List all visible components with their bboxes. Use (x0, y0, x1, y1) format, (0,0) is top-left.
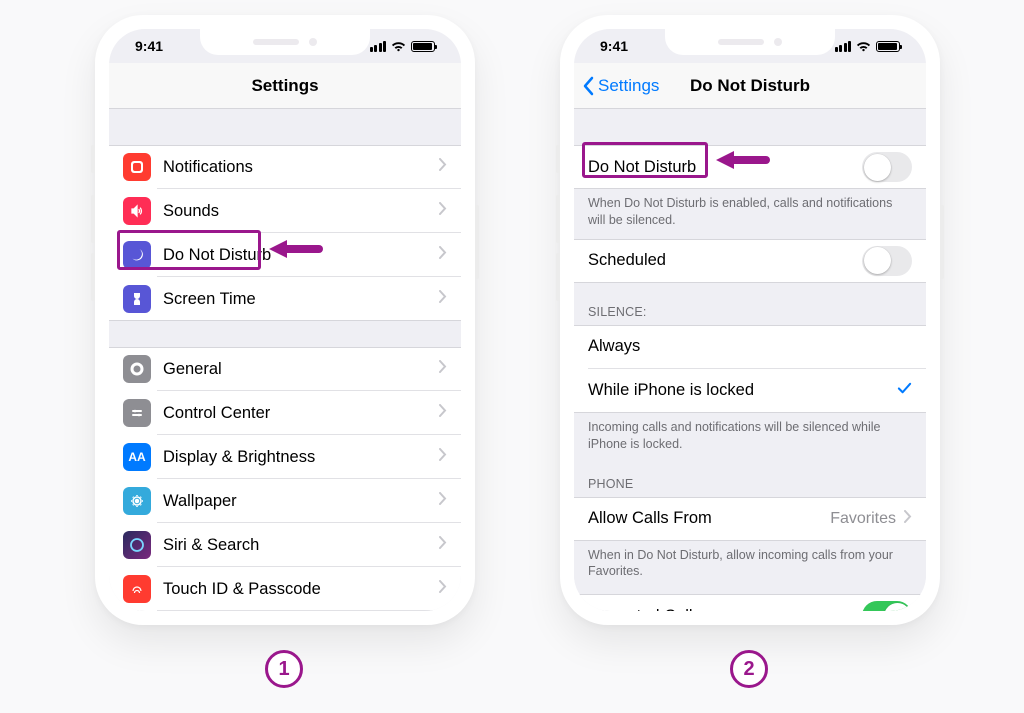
checkmark-icon (897, 381, 912, 401)
navbar-dnd: Settings Do Not Disturb (574, 63, 926, 109)
cell-signal-icon (370, 41, 387, 52)
row-do-not-disturb[interactable]: Do Not Disturb (109, 233, 461, 277)
chevron-right-icon (904, 510, 912, 528)
siri-icon (123, 531, 151, 559)
settings-list[interactable]: Notifications Sounds Do Not Disturb (109, 109, 461, 611)
row-allow-calls-from[interactable]: Allow Calls From Favorites (574, 497, 926, 541)
status-icons (370, 41, 436, 52)
row-label: While iPhone is locked (588, 381, 897, 400)
chevron-right-icon (439, 202, 447, 220)
row-label: Repeated Calls (588, 607, 862, 611)
phone-frame-1: 9:41 Settings Notifications (95, 15, 475, 625)
dnd-settings[interactable]: Do Not Disturb When Do Not Disturb is en… (574, 109, 926, 611)
dnd-icon (123, 241, 151, 269)
wallpaper-icon (123, 487, 151, 515)
wifi-icon (856, 41, 871, 52)
row-label: Sounds (163, 202, 439, 221)
status-bar: 9:41 (109, 29, 461, 63)
page-title: Settings (251, 76, 318, 96)
toggle-scheduled[interactable] (862, 246, 912, 276)
row-label: Do Not Disturb (588, 158, 862, 177)
row-label: Always (588, 337, 912, 356)
row-scheduled[interactable]: Scheduled (574, 239, 926, 283)
battery-icon (876, 41, 900, 52)
phone-screen-2: 9:41 Settings Do Not Disturb Do Not Dist… (574, 29, 926, 611)
row-sounds[interactable]: Sounds (109, 189, 461, 233)
row-label: Control Center (163, 404, 439, 423)
row-siri-search[interactable]: Siri & Search (109, 523, 461, 567)
status-time: 9:41 (135, 38, 163, 54)
row-label: Siri & Search (163, 536, 439, 555)
section-phone-header: PHONE (574, 463, 926, 497)
back-label: Settings (598, 76, 659, 96)
row-label: Allow Calls From (588, 509, 830, 528)
chevron-right-icon (439, 158, 447, 176)
wifi-icon (391, 41, 406, 52)
row-silence-always[interactable]: Always (574, 325, 926, 369)
row-touch-id[interactable]: Touch ID & Passcode (109, 567, 461, 611)
navbar-settings: Settings (109, 63, 461, 109)
row-wallpaper[interactable]: Wallpaper (109, 479, 461, 523)
step-badge-2: 2 (730, 650, 768, 688)
chevron-right-icon (439, 536, 447, 554)
row-label: General (163, 360, 439, 379)
row-notifications[interactable]: Notifications (109, 145, 461, 189)
silence-footer: Incoming calls and notifications will be… (574, 413, 926, 463)
row-label: Touch ID & Passcode (163, 580, 439, 599)
row-general[interactable]: General (109, 347, 461, 391)
notch (665, 29, 835, 55)
chevron-right-icon (439, 448, 447, 466)
row-screen-time[interactable]: Screen Time (109, 277, 461, 321)
status-icons (835, 41, 901, 52)
chevron-right-icon (439, 290, 447, 308)
row-label: Screen Time (163, 290, 439, 309)
row-label: Wallpaper (163, 492, 439, 511)
row-label: Scheduled (588, 251, 862, 270)
row-display-brightness[interactable]: AA Display & Brightness (109, 435, 461, 479)
cell-signal-icon (835, 41, 852, 52)
row-value: Favorites (830, 510, 896, 528)
step-badge-1: 1 (265, 650, 303, 688)
chevron-right-icon (439, 404, 447, 422)
notch (200, 29, 370, 55)
phone-frame-2: 9:41 Settings Do Not Disturb Do Not Dist… (560, 15, 940, 625)
display-icon: AA (123, 443, 151, 471)
chevron-right-icon (439, 492, 447, 510)
page-title: Do Not Disturb (690, 76, 810, 96)
status-time: 9:41 (600, 38, 628, 54)
chevron-right-icon (439, 360, 447, 378)
dnd-footer: When Do Not Disturb is enabled, calls an… (574, 189, 926, 239)
row-label: Do Not Disturb (163, 246, 439, 265)
toggle-dnd[interactable] (862, 152, 912, 182)
toggle-repeated-calls[interactable] (862, 601, 912, 611)
status-bar: 9:41 (574, 29, 926, 63)
phone-screen-1: 9:41 Settings Notifications (109, 29, 461, 611)
allow-calls-footer: When in Do Not Disturb, allow incoming c… (574, 541, 926, 591)
row-label: Display & Brightness (163, 448, 439, 467)
section-silence-header: SILENCE: (574, 283, 926, 325)
row-control-center[interactable]: Control Center (109, 391, 461, 435)
row-dnd-toggle[interactable]: Do Not Disturb (574, 145, 926, 189)
touchid-icon (123, 575, 151, 603)
sounds-icon (123, 197, 151, 225)
row-repeated-calls[interactable]: Repeated Calls (574, 594, 926, 611)
chevron-right-icon (439, 580, 447, 598)
chevron-right-icon (439, 246, 447, 264)
row-silence-locked[interactable]: While iPhone is locked (574, 369, 926, 413)
screen-time-icon (123, 285, 151, 313)
row-label: Notifications (163, 158, 439, 177)
back-button[interactable]: Settings (582, 76, 659, 96)
gear-icon (123, 355, 151, 383)
control-center-icon (123, 399, 151, 427)
notifications-icon (123, 153, 151, 181)
battery-icon (411, 41, 435, 52)
